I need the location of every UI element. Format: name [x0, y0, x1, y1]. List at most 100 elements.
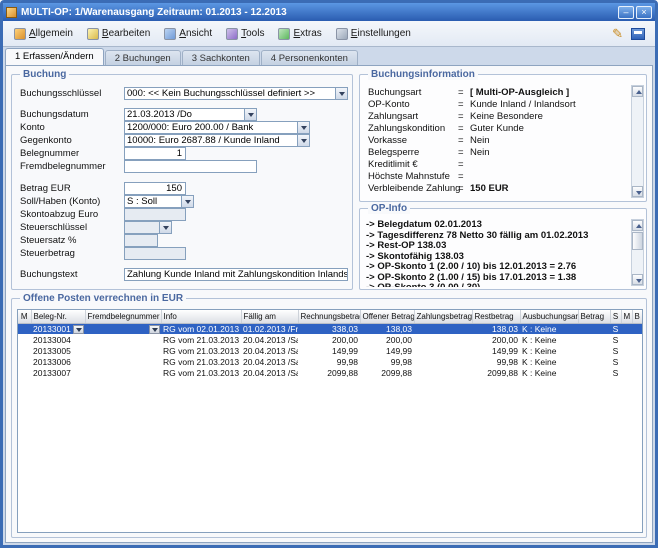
- cell-s: S: [610, 323, 621, 334]
- column-header[interactable]: Rechnungsbetrag: [298, 310, 360, 323]
- table-row[interactable]: 20133005 RG vom 21.03.2013 20.04.2013 /S…: [18, 345, 642, 356]
- buchungstext-input[interactable]: Zahlung Kunde Inland mit Zahlungskonditi…: [124, 268, 348, 281]
- cell-s: S: [610, 367, 621, 378]
- table-row[interactable]: 20133006 RG vom 21.03.2013 20.04.2013 /S…: [18, 356, 642, 367]
- info-value: Guter Kunde: [470, 123, 524, 134]
- betrag-input[interactable]: 150: [124, 182, 186, 195]
- column-header[interactable]: Betrag: [578, 310, 610, 323]
- field-value: 10000: Euro 2687.88 / Kunde Inland: [127, 135, 280, 146]
- scroll-down-icon[interactable]: [632, 186, 643, 197]
- tab-buchungen[interactable]: 2 Buchungen: [105, 50, 181, 65]
- offene-posten-list: M Beleg-Nr. Fremdbelegnummer Info Fällig…: [17, 309, 643, 533]
- cell-offener-betrag: 149,99: [360, 345, 414, 356]
- field-value: 21.03.2013 /Do: [127, 109, 192, 120]
- chevron-down-icon[interactable]: [181, 196, 193, 207]
- soll-haben-select[interactable]: S : Soll: [124, 195, 194, 208]
- table-row[interactable]: 20133004 RG vom 21.03.2013 20.04.2013 /S…: [18, 334, 642, 345]
- table-row[interactable]: 20133007 RG vom 21.03.2013 20.04.2013 /S…: [18, 367, 642, 378]
- steuersatz-input[interactable]: [124, 234, 158, 247]
- scroll-down-icon[interactable]: [632, 274, 643, 285]
- cell-zahlungsbetrag: [414, 367, 472, 378]
- field-value: S : Soll: [127, 196, 157, 207]
- minimize-button[interactable]: –: [618, 6, 634, 19]
- tab-personenkonten[interactable]: 4 Personenkonten: [261, 50, 358, 65]
- cell-offener-betrag: 2099,88: [360, 367, 414, 378]
- table-row[interactable]: 20133001 RG vom 02.01.2013 01.02.2013 /F…: [18, 323, 642, 334]
- cell-restbetrag: 149,99: [472, 345, 520, 356]
- info-scrollbar[interactable]: [631, 85, 644, 198]
- chevron-down-icon[interactable]: [297, 122, 309, 133]
- menu-item-tools[interactable]: Tools: [219, 24, 271, 44]
- offene-posten-table: M Beleg-Nr. Fremdbelegnummer Info Fällig…: [18, 310, 643, 378]
- skontoabzug-input[interactable]: [124, 208, 186, 221]
- info-value: [ Multi-OP-Ausgleich ]: [470, 87, 569, 98]
- edit-icon[interactable]: ✎: [612, 27, 623, 41]
- chevron-down-icon[interactable]: [73, 325, 84, 334]
- scroll-up-icon[interactable]: [632, 86, 643, 97]
- close-button[interactable]: ×: [636, 6, 652, 19]
- column-header[interactable]: Fällig am: [241, 310, 298, 323]
- field-label: Steuersatz %: [20, 235, 77, 246]
- column-header[interactable]: Info: [161, 310, 241, 323]
- op-info-line: -> OP-Skonto 1 (2.00 / 10) bis 12.01.201…: [366, 262, 629, 273]
- menu-item-label: Extras: [293, 28, 321, 39]
- cell-offener-betrag: 99,98: [360, 356, 414, 367]
- cell-betrag: [578, 334, 610, 345]
- equals-sign: =: [458, 183, 464, 194]
- column-header[interactable]: B: [632, 310, 642, 323]
- column-header[interactable]: M: [18, 310, 31, 323]
- column-header[interactable]: Ausbuchungsart: [520, 310, 578, 323]
- cell-info: RG vom 21.03.2013: [161, 367, 241, 378]
- cell-m2: [621, 367, 632, 378]
- gegenkonto-select[interactable]: 10000: Euro 2687.88 / Kunde Inland: [124, 134, 310, 147]
- steuerbetrag-input[interactable]: [124, 247, 186, 260]
- column-header[interactable]: M: [621, 310, 632, 323]
- chevron-down-icon[interactable]: [297, 135, 309, 146]
- menu-item-extras[interactable]: Extras: [271, 24, 328, 44]
- scrollbar-thumb[interactable]: [632, 232, 643, 250]
- buchungsschluessel-select[interactable]: 000: << Kein Buchungsschlüssel definiert…: [124, 87, 348, 100]
- menu-item-label: Ansicht: [179, 28, 212, 39]
- buchungsinformation-group: Buchungsinformation Buchungsart=[ Multi-…: [359, 74, 647, 202]
- buchungsdatum-input[interactable]: 21.03.2013 /Do: [124, 108, 257, 121]
- cell-info: RG vom 21.03.2013: [161, 345, 241, 356]
- chevron-down-icon[interactable]: [335, 88, 347, 99]
- konto-select[interactable]: 1200/000: Euro 200.00 / Bank: [124, 121, 310, 134]
- tab-sachkonten[interactable]: 3 Sachkonten: [182, 50, 260, 65]
- grid-icon[interactable]: [631, 28, 645, 40]
- menu-item-einstellungen[interactable]: Einstellungen: [329, 24, 418, 44]
- menu-item-allgemein[interactable]: Allgemein: [7, 24, 80, 44]
- fremdbelegnummer-input[interactable]: [124, 160, 257, 173]
- offene-posten-legend: Offene Posten verrechnen in EUR: [20, 293, 186, 304]
- cell-m: [18, 356, 31, 367]
- chevron-down-icon[interactable]: [159, 222, 171, 233]
- cell-beleg: 20133006: [31, 356, 85, 367]
- cell-m2: [621, 345, 632, 356]
- belegnummer-input[interactable]: 1: [124, 147, 186, 160]
- chevron-down-icon[interactable]: [149, 325, 160, 334]
- column-header[interactable]: Zahlungsbetrag: [414, 310, 472, 323]
- steuerschluessel-select[interactable]: [124, 221, 172, 234]
- chevron-down-icon[interactable]: [244, 109, 256, 120]
- cell-faellig: 01.02.2013 /Fr: [241, 323, 298, 334]
- column-header[interactable]: Offener Betrag: [360, 310, 414, 323]
- column-header[interactable]: S: [610, 310, 621, 323]
- column-header[interactable]: Beleg-Nr.: [31, 310, 85, 323]
- cell-m: [18, 367, 31, 378]
- cell-b: [632, 345, 642, 356]
- info-label: OP-Konto: [368, 99, 410, 110]
- cell-s: S: [610, 356, 621, 367]
- menu-item-bearbeiten[interactable]: Bearbeiten: [80, 24, 157, 44]
- tab-erfassen-aendern[interactable]: 1 Erfassen/Ändern: [5, 48, 104, 65]
- info-value: Keine Besondere: [470, 111, 543, 122]
- column-header[interactable]: Fremdbelegnummer: [85, 310, 161, 323]
- scroll-up-icon[interactable]: [632, 220, 643, 231]
- op-info-scrollbar[interactable]: [631, 219, 644, 286]
- cell-b: [632, 323, 642, 334]
- cell-fremd: [85, 334, 161, 345]
- field-label: Buchungsdatum: [20, 109, 89, 120]
- cell-faellig: 20.04.2013 /Sa: [241, 367, 298, 378]
- menu-item-ansicht[interactable]: Ansicht: [157, 24, 219, 44]
- column-header[interactable]: Restbetrag: [472, 310, 520, 323]
- table-header-row: M Beleg-Nr. Fremdbelegnummer Info Fällig…: [18, 310, 642, 323]
